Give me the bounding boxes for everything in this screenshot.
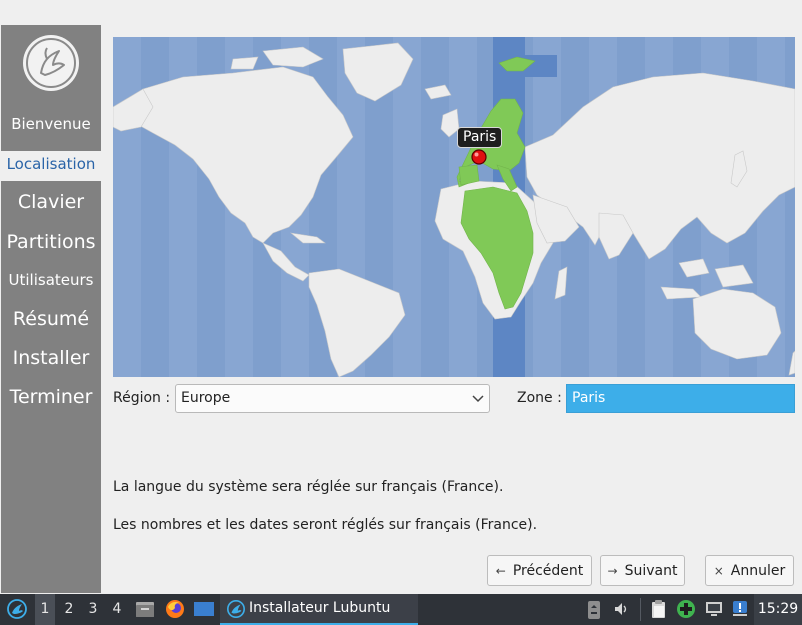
timezone-map[interactable]: Paris (113, 37, 795, 377)
task-installer[interactable]: Installateur Lubuntu (220, 594, 418, 625)
installer-window: Bienvenue Localisation Clavier Partition… (0, 0, 802, 625)
sidebar-item-utilisateurs: Utilisateurs (8, 271, 94, 289)
show-desktop-button[interactable] (193, 594, 215, 625)
desktop-4[interactable]: 4 (107, 594, 127, 625)
sidebar-item-terminer: Terminer (9, 386, 93, 408)
desktop-icon (194, 602, 214, 616)
sidebar-item-clavier: Clavier (17, 191, 85, 213)
sidebar: Bienvenue Localisation Clavier Partition… (1, 25, 101, 593)
plus-circle-icon (677, 600, 695, 618)
arrow-left-icon: ← (495, 563, 506, 578)
zone-select-value: Paris (572, 390, 606, 406)
next-button-label: Suivant (624, 562, 678, 579)
desktop-3[interactable]: 3 (83, 594, 103, 625)
paris-pin-icon[interactable] (471, 149, 487, 165)
tray-arrow-icon (588, 601, 600, 619)
region-label: Région : (113, 390, 171, 406)
chevron-down-icon (472, 395, 484, 403)
previous-button[interactable]: ← Précédent (487, 555, 592, 586)
region-select[interactable]: Europe (175, 384, 490, 413)
notification-icon (733, 601, 747, 616)
desktop-1[interactable]: 1 (35, 594, 55, 625)
sidebar-item-installer: Installer (12, 347, 90, 369)
sidebar-item-bienvenue: Bienvenue (11, 115, 91, 133)
cancel-button[interactable]: × Annuler (705, 555, 794, 586)
firefox-launcher[interactable] (164, 594, 186, 625)
sidebar-item-resume: Résumé (12, 308, 90, 330)
zone-select[interactable]: Paris (566, 384, 795, 413)
previous-button-label: Précédent (512, 562, 584, 579)
lubuntu-menu-icon (7, 599, 27, 619)
firefox-icon (166, 600, 184, 618)
folder-icon (136, 602, 154, 617)
desktop-2[interactable]: 2 (59, 594, 79, 625)
lubuntu-installer-icon (227, 600, 245, 618)
language-message: La langue du système sera réglée sur fra… (113, 479, 504, 495)
map-pin-label: Paris (457, 127, 503, 148)
clock[interactable]: 15:29 (754, 594, 802, 625)
clipboard-icon (652, 600, 665, 618)
taskbar: 1 2 3 4 Installateur Lubuntu 15:29 (0, 594, 802, 625)
tray-separator (640, 598, 641, 621)
lubuntu-logo-icon (23, 35, 79, 91)
network-icon (706, 602, 722, 616)
network-button[interactable] (703, 594, 725, 625)
close-icon: × (713, 563, 724, 578)
sidebar-item-localisation: Localisation (1, 151, 101, 181)
numbers-message: Les nombres et les dates seront réglés s… (113, 517, 538, 533)
start-menu-button[interactable] (4, 594, 30, 625)
file-manager-launcher[interactable] (134, 594, 156, 625)
clipboard-button[interactable] (648, 594, 670, 625)
volume-button[interactable] (612, 594, 632, 625)
arrow-right-icon: → (607, 563, 618, 578)
cancel-button-label: Annuler (730, 562, 786, 579)
notification-button[interactable] (729, 594, 751, 625)
next-button[interactable]: → Suivant (600, 555, 685, 586)
region-select-value: Europe (181, 390, 231, 406)
zone-label: Zone : (517, 390, 562, 406)
tray-scroll-button[interactable] (584, 594, 604, 625)
update-notifier-button[interactable] (675, 594, 697, 625)
sidebar-item-partitions: Partitions (6, 231, 96, 253)
speaker-icon (615, 603, 627, 615)
task-title: Installateur Lubuntu (249, 600, 391, 616)
